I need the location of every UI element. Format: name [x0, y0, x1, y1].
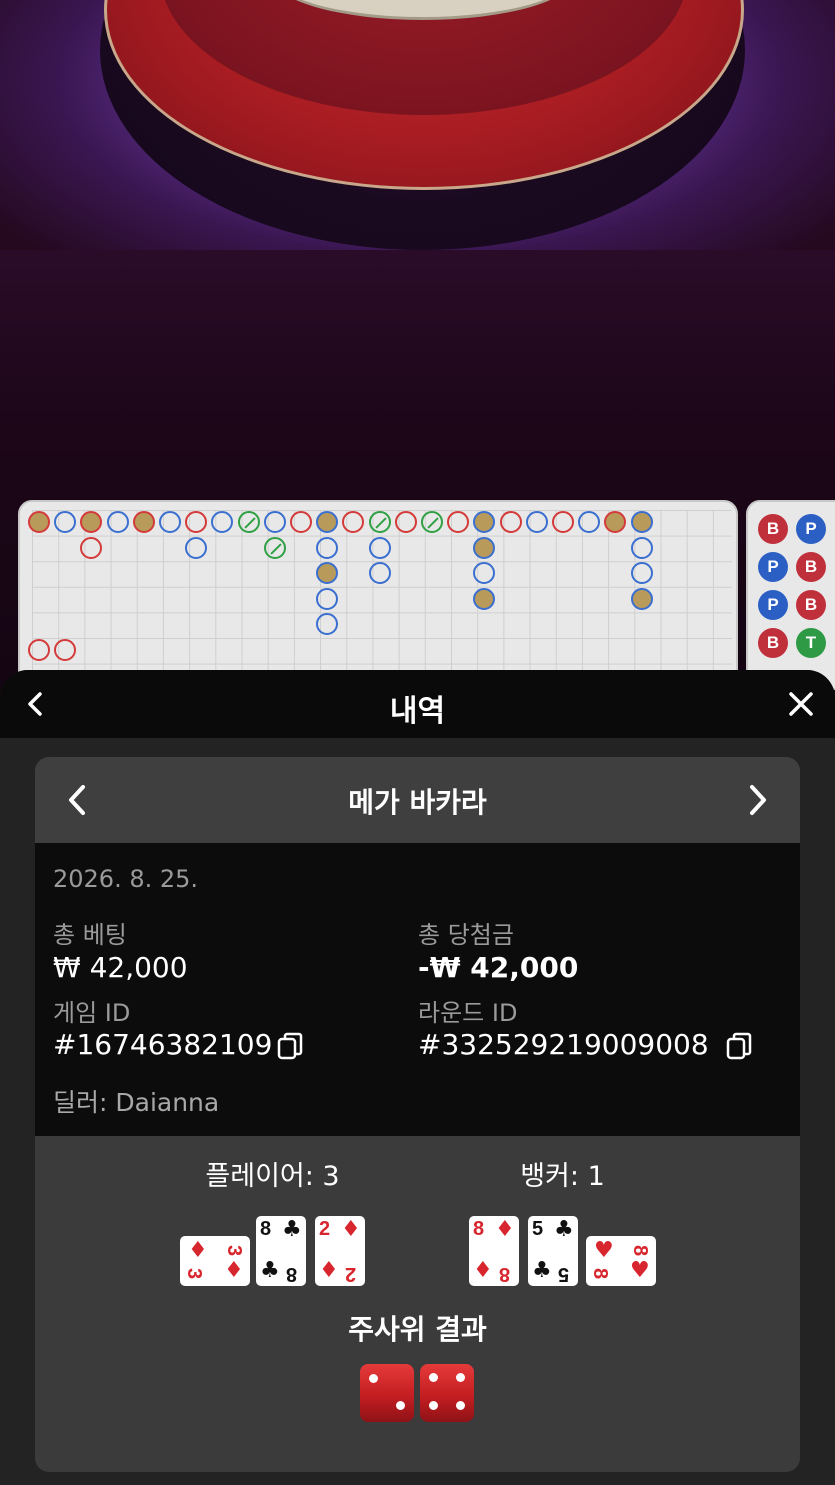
bead-road-mark [368, 511, 391, 533]
big-eye-road-board[interactable]: BPPBPBBT [746, 500, 835, 690]
bead-road-mark [185, 536, 208, 559]
road-chip-b: B [796, 590, 826, 620]
dice-result-title: 주사위 결과 [348, 1313, 487, 1346]
bead-road-mark [552, 511, 574, 533]
history-card: 메가 바카라 2026. 8. 25. 총 베팅 ₩ 42,000 총 당첨금 … [35, 757, 800, 1472]
player-card-1: 2 ♦ ♦ 2 [315, 1216, 365, 1286]
bead-road-mark [421, 511, 443, 533]
total-win-value: -₩ 42,000 [418, 951, 579, 984]
road-chip-b: B [758, 514, 788, 544]
bead-road-mark [473, 536, 496, 559]
bead-road-mark [525, 511, 548, 533]
bead-road-mark [106, 511, 129, 533]
bead-road-mark [159, 511, 181, 533]
bead-road-mark [132, 511, 155, 533]
total-bet-label: 총 베팅 [53, 921, 127, 949]
sheet-header: 내역 [0, 670, 835, 738]
bead-road-mark [237, 511, 260, 533]
bead-road-mark [80, 536, 103, 559]
bead-road-board[interactable] [18, 500, 738, 690]
copy-round-id-icon[interactable] [725, 1031, 753, 1061]
road-chip-p: P [758, 552, 788, 582]
round-id-value: #332529219009008 [418, 1028, 709, 1061]
round-result: 플레이어: 3 뱅커: 1 3 ♦ 3 ♦ 8 ♣ ♣ 8 2 ♦ ♦ 2 8 … [35, 1136, 800, 1472]
bead-road-mark [368, 536, 391, 559]
game-id-label: 게임 ID [53, 999, 131, 1027]
road-chip-p: P [796, 514, 826, 544]
player-card-3: 3 ♦ 3 ♦ [180, 1236, 250, 1286]
bead-road-mark [28, 639, 50, 661]
bead-road-mark [290, 511, 312, 533]
player-score: 플레이어: 3 [205, 1161, 340, 1192]
game-id-value: #16746382109 [53, 1028, 273, 1061]
road-chip-b: B [796, 552, 826, 582]
banker-card-1: 8 ♦ ♦ 8 [469, 1216, 519, 1286]
bead-road-mark [630, 536, 653, 559]
road-chip-p: P [758, 590, 788, 620]
round-id-label: 라운드 ID [418, 999, 518, 1027]
banker-card-2: 5 ♣ ♣ 5 [528, 1216, 578, 1286]
road-chip-b: B [758, 628, 788, 658]
game-name: 메가 바카라 [348, 786, 487, 819]
road-grid [32, 510, 732, 670]
bead-road-mark [630, 511, 653, 533]
player-card-2: 8 ♣ ♣ 8 [256, 1216, 306, 1286]
next-game-icon[interactable] [742, 783, 772, 817]
sheet-title: 내역 [389, 694, 446, 729]
total-bet-value: ₩ 42,000 [53, 951, 188, 984]
die-left [360, 1364, 414, 1422]
banker-card-3: 8 ♥ 8 ♥ [586, 1236, 656, 1286]
bead-road-mark [28, 511, 50, 533]
round-date: 2026. 8. 25. [53, 865, 199, 893]
bead-road-mark [394, 511, 417, 533]
copy-game-id-icon[interactable] [276, 1031, 304, 1061]
banker-score: 뱅커: 1 [520, 1161, 605, 1192]
bead-road-mark [630, 562, 653, 585]
close-icon[interactable] [785, 688, 817, 720]
die-right [420, 1364, 474, 1422]
bead-road-mark [316, 536, 339, 559]
round-details: 2026. 8. 25. 총 베팅 ₩ 42,000 총 당첨금 -₩ 42,0… [35, 843, 800, 1136]
bead-road-mark [630, 587, 653, 610]
bead-road-mark [499, 511, 522, 533]
bead-road-mark [263, 511, 286, 533]
road-chip-t: T [796, 628, 826, 658]
bead-road-mark [263, 536, 286, 559]
dealer-name: 딜러: Daianna [53, 1088, 220, 1117]
total-win-label: 총 당첨금 [418, 921, 514, 949]
bead-road-mark [368, 562, 391, 585]
game-selector: 메가 바카라 [35, 757, 800, 843]
bead-road-mark [316, 587, 339, 610]
history-sheet: 내역 메가 바카라 2026. 8. 25. 총 베팅 ₩ 42,000 총 당… [0, 670, 835, 1485]
